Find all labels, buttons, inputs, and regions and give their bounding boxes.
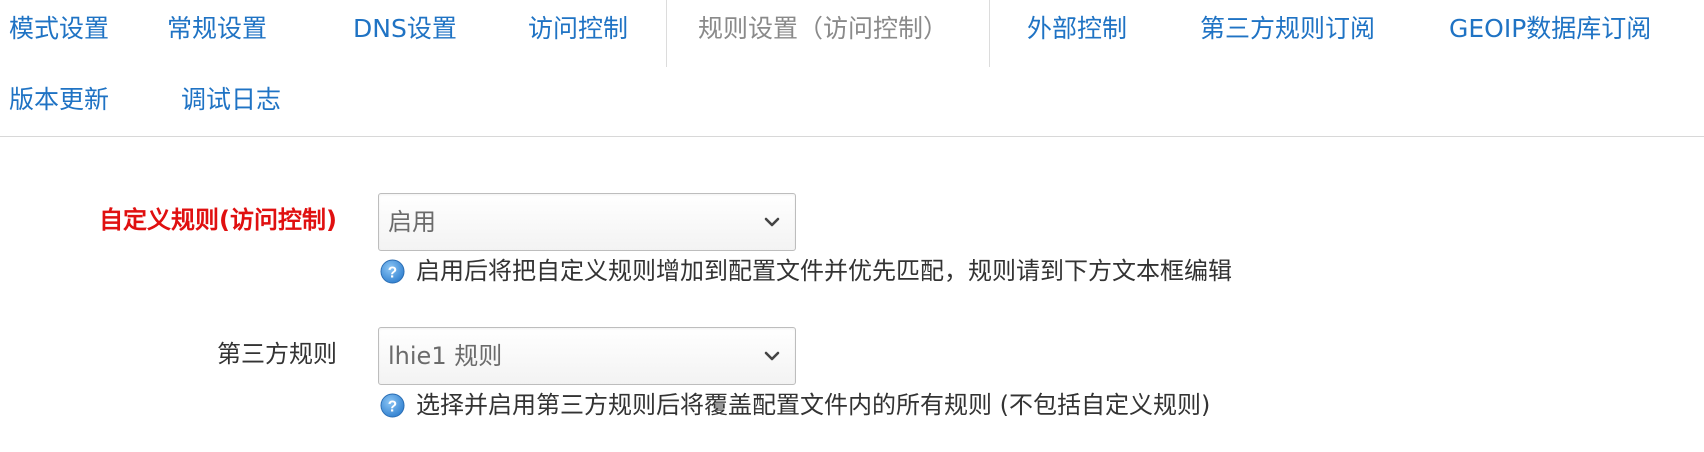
tab-general-settings[interactable]: 常规设置 xyxy=(167,14,267,44)
svg-text:?: ? xyxy=(388,398,397,415)
tab-geoip-database-subscription[interactable]: GEOIP数据库订阅 xyxy=(1449,14,1651,44)
custom-rules-select[interactable]: 启用 xyxy=(378,193,796,251)
custom-rules-hint-text: 启用后将把自定义规则增加到配置文件并优先匹配，规则请到下方文本框编辑 xyxy=(416,257,1232,285)
tab-external-control[interactable]: 外部控制 xyxy=(1027,14,1127,44)
third-party-rules-hint-text: 选择并启用第三方规则后将覆盖配置文件内的所有规则 (不包括自定义规则) xyxy=(416,391,1211,419)
tab-dns-settings[interactable]: DNS设置 xyxy=(353,14,457,44)
chevron-down-icon xyxy=(764,351,780,361)
help-icon: ? xyxy=(380,393,405,418)
custom-rules-selected-value: 启用 xyxy=(388,208,436,236)
tab-debug-log[interactable]: 调试日志 xyxy=(181,85,281,115)
third-party-rules-selected-value: lhie1 规则 xyxy=(388,342,503,370)
third-party-rules-label: 第三方规则 xyxy=(217,340,337,368)
svg-text:?: ? xyxy=(388,264,397,281)
page: 模式设置 常规设置 DNS设置 访问控制 规则设置（访问控制） 外部控制 第三方… xyxy=(0,0,1704,452)
tab-third-party-rule-subscription[interactable]: 第三方规则订阅 xyxy=(1200,14,1375,44)
tab-bar: 模式设置 常规设置 DNS设置 访问控制 规则设置（访问控制） 外部控制 第三方… xyxy=(0,0,1704,137)
chevron-down-icon xyxy=(764,217,780,227)
tab-access-control[interactable]: 访问控制 xyxy=(528,14,628,44)
third-party-rules-select[interactable]: lhie1 规则 xyxy=(378,327,796,385)
tab-rule-settings[interactable]: 规则设置（访问控制） xyxy=(698,14,948,44)
custom-rules-label: 自定义规则(访问控制) xyxy=(99,206,337,234)
help-icon: ? xyxy=(380,259,405,284)
tab-mode-settings[interactable]: 模式设置 xyxy=(9,14,109,44)
tab-version-update[interactable]: 版本更新 xyxy=(9,85,109,115)
